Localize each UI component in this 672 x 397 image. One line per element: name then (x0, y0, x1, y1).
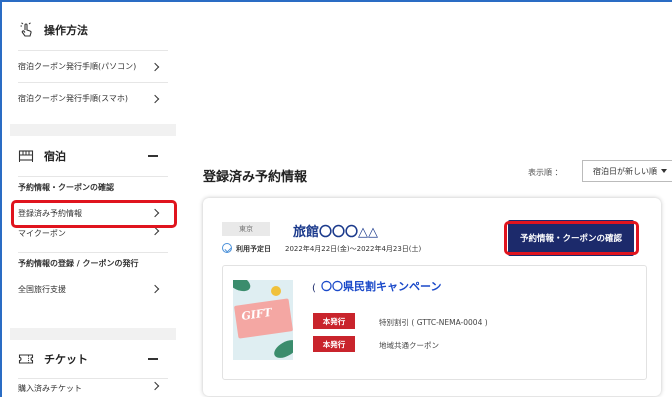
check-circle-icon (222, 243, 232, 253)
ticket-card: チケット 購入済みチケット (10, 340, 176, 397)
collapse-minus-icon[interactable] (148, 358, 158, 360)
hotel-name: 旅館〇〇〇△△ (293, 225, 378, 240)
leaf-decoration (233, 280, 253, 295)
stay-date-label: 利用予定日 (236, 245, 271, 253)
chevron-right-icon (150, 94, 160, 103)
chevron-right-icon (150, 284, 160, 294)
stay-dates: 2022年4月22日(金)〜2022年4月23日(土) (285, 245, 422, 253)
sidebar-item-label: 宿泊クーポン発行手順(パソコン) (18, 62, 137, 71)
coupon-description: 特別割引 ( GTTC-NEMA-0004 ) (379, 318, 488, 327)
chevron-right-icon (150, 62, 160, 71)
sidebar-item-label: 全国旅行支援 (18, 284, 66, 294)
sidebar-item-my-coupons[interactable]: マイクーポン (18, 226, 168, 244)
stay-card: 宿泊 予約情報・クーポンの確認 登録済み予約情報 マイクーポン 予約情報の登録 … (10, 136, 176, 328)
guide-card: 操作方法 宿泊クーポン発行手順(パソコン) 宿泊クーポン発行手順(スマホ) (10, 10, 176, 124)
ticket-icon (18, 351, 34, 367)
collapse-minus-icon[interactable] (148, 155, 158, 157)
campaign-prefix: ( (312, 283, 316, 294)
page-title: 登録済み予約情報 (203, 170, 308, 185)
section-reservation-register: 予約情報の登録 / クーポンの発行 (18, 252, 168, 274)
sidebar-item-label: 宿泊クーポン発行手順(スマホ) (18, 94, 129, 103)
hotel-bed-icon (18, 148, 34, 164)
sidebar-item-guide-smartphone[interactable]: 宿泊クーポン発行手順(スマホ) (18, 82, 168, 114)
prefecture-badge: 東京 (222, 222, 270, 236)
sidebar-item-label: 購入済みチケット (18, 384, 82, 393)
coupon-description: 地域共通クーポン (379, 341, 439, 350)
highlight-registered-reservations (11, 200, 177, 228)
stay-title: 宿泊 (44, 150, 66, 163)
chevron-right-icon (150, 381, 160, 391)
leaf-decoration (271, 336, 293, 360)
sidebar-item-national-travel-support[interactable]: 全国旅行支援 (18, 274, 168, 304)
sidebar-item-purchased-tickets[interactable]: 購入済みチケット (18, 378, 168, 397)
status-badge: 本発行 (313, 336, 355, 352)
sidebar-item-guide-pc[interactable]: 宿泊クーポン発行手順(パソコン) (18, 50, 168, 82)
tap-hand-icon (18, 22, 34, 38)
guide-card-header[interactable]: 操作方法 (18, 10, 168, 50)
guide-title: 操作方法 (44, 24, 88, 37)
ticket-card-header[interactable]: チケット (18, 340, 168, 378)
ticket-title: チケット (44, 353, 88, 366)
status-badge: 本発行 (313, 313, 355, 329)
dot-decoration (271, 286, 281, 296)
gift-text: GIFT (240, 305, 273, 323)
highlight-confirm-button (504, 221, 639, 255)
section-reservation-confirm: 予約情報・クーポンの確認 (18, 176, 168, 198)
sidebar-item-label: マイクーポン (18, 229, 66, 238)
stay-card-header[interactable]: 宿泊 (18, 136, 168, 176)
gift-card: GIFT (233, 298, 293, 339)
sort-select-value: 宿泊日が新しい順 (593, 166, 657, 176)
sort-label: 表示順 ： (528, 168, 563, 177)
campaign-title[interactable]: 〇〇県民割キャンペーン (321, 278, 441, 294)
chevron-right-icon (150, 226, 160, 236)
sort-select[interactable]: 宿泊日が新しい順 (582, 160, 672, 182)
gift-card-image: GIFT (233, 280, 293, 360)
dropdown-arrow-icon (661, 169, 667, 173)
